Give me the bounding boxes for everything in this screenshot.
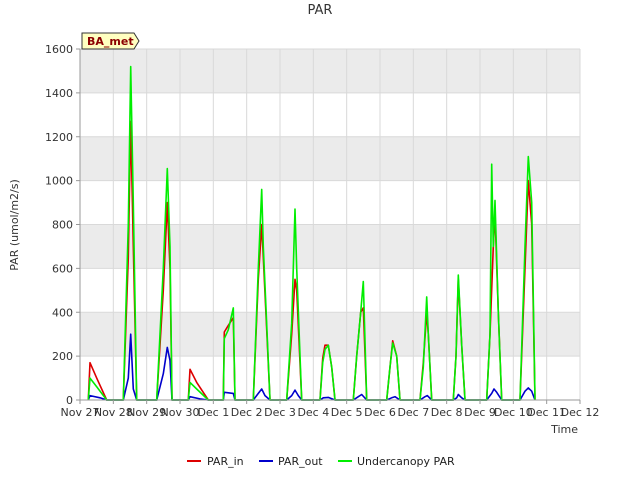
y-tick-label: 200 xyxy=(52,350,73,363)
x-tick-label: Dec 6 xyxy=(364,406,396,419)
y-tick-label: 1200 xyxy=(45,131,73,144)
y-tick-label: 1400 xyxy=(45,87,73,100)
chart-title: PAR xyxy=(308,3,333,18)
x-tick-label: Dec 5 xyxy=(331,406,363,419)
y-tick-label: 600 xyxy=(52,262,73,275)
legend-label: Undercanopy PAR xyxy=(357,455,455,468)
badge-label: BA_met xyxy=(87,35,134,48)
y-tick-label: 400 xyxy=(52,306,73,319)
site-badge: BA_met xyxy=(81,32,140,50)
x-tick-label: Dec 4 xyxy=(297,406,329,419)
x-tick-label: Nov 30 xyxy=(161,406,200,419)
y-tick-label: 800 xyxy=(52,219,73,232)
y-tick-label: 1000 xyxy=(45,175,73,188)
par-chart: 02004006008001000120014001600Nov 27Nov 2… xyxy=(0,0,640,480)
x-tick-label: Dec 8 xyxy=(431,406,463,419)
grid-band xyxy=(80,312,580,357)
x-tick-label: Dec 9 xyxy=(464,406,496,419)
x-tick-label: Dec 1 xyxy=(197,406,229,419)
legend: PAR_in PAR_out Undercanopy PAR xyxy=(187,455,455,468)
y-axis-title: PAR (umol/m2/s) xyxy=(8,179,21,271)
legend-label: PAR_in xyxy=(207,455,244,468)
y-tick-label: 1600 xyxy=(45,43,73,56)
grid-band xyxy=(80,136,580,181)
x-tick-label: Dec 3 xyxy=(264,406,296,419)
x-tick-label: Dec 7 xyxy=(397,406,429,419)
x-axis-title: Time xyxy=(550,423,578,436)
grid-band xyxy=(80,224,580,269)
x-tick-label: Dec 12 xyxy=(561,406,600,419)
x-tick-label: Dec 2 xyxy=(231,406,263,419)
legend-label: PAR_out xyxy=(278,455,323,468)
grid-band xyxy=(80,49,580,93)
